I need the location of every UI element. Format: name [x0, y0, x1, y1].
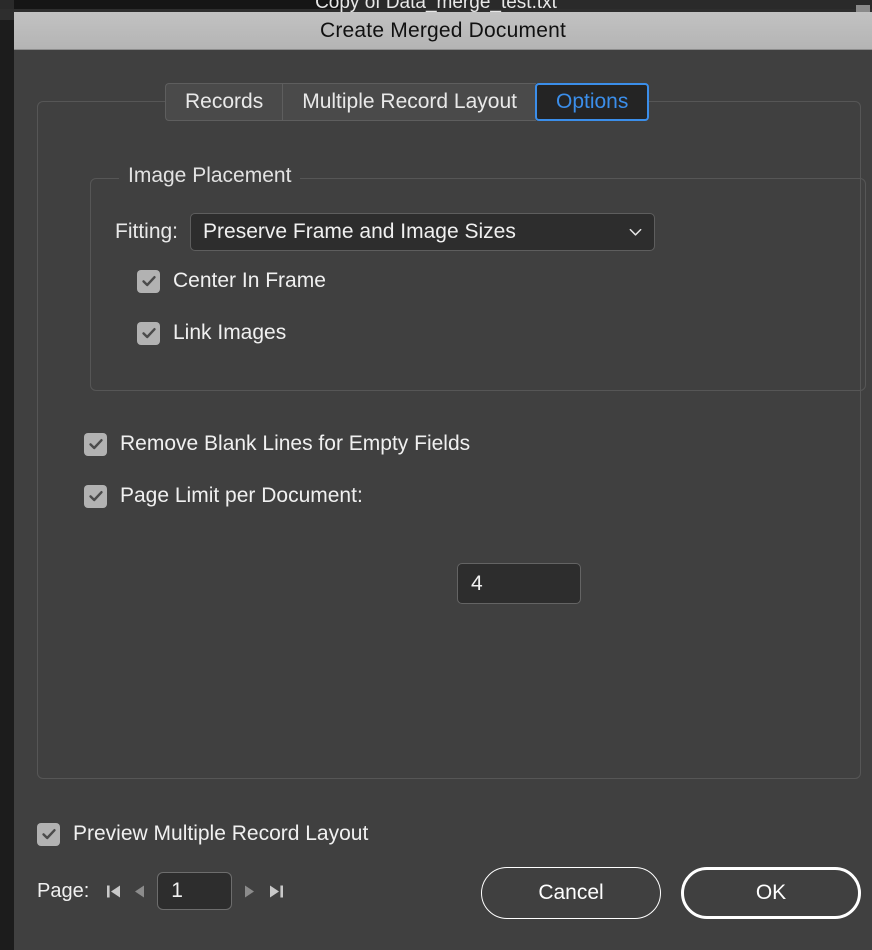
- dialog-action-buttons: Cancel OK: [481, 867, 861, 919]
- dialog-title: Create Merged Document: [319, 18, 566, 42]
- page-navigation: Page: 1: [37, 872, 288, 910]
- checkmark-icon: [141, 328, 156, 339]
- preview-multiple-record-layout-label: Preview Multiple Record Layout: [73, 822, 369, 845]
- remove-blank-lines-row[interactable]: Remove Blank Lines for Empty Fields: [84, 432, 470, 456]
- dialog-titlebar: Create Merged Document: [14, 12, 872, 50]
- previous-page-icon[interactable]: [127, 876, 153, 906]
- preview-multiple-record-layout-row[interactable]: Preview Multiple Record Layout: [37, 822, 368, 846]
- checkbox-remove-blank-lines[interactable]: [84, 432, 107, 456]
- fitting-select-value: Preserve Frame and Image Sizes: [203, 220, 516, 243]
- page-number-value: 1: [171, 879, 183, 902]
- ok-button[interactable]: OK: [681, 867, 861, 919]
- link-images-checkbox-row[interactable]: Link Images: [137, 321, 286, 345]
- link-images-label: Link Images: [173, 321, 287, 344]
- checkbox-link-images[interactable]: [137, 321, 160, 345]
- tab-bar: Records Multiple Record Layout Options: [165, 83, 650, 121]
- first-page-icon[interactable]: [101, 876, 127, 906]
- checkbox-page-limit[interactable]: [84, 484, 107, 508]
- tab-multiple-record-layout[interactable]: Multiple Record Layout: [282, 83, 536, 121]
- create-merged-document-dialog: Create Merged Document Records Multiple …: [14, 12, 872, 950]
- image-placement-group: Image Placement Fitting: Preserve Frame …: [90, 164, 866, 391]
- image-placement-legend: Image Placement: [119, 164, 301, 188]
- page-limit-value: 4: [471, 571, 483, 595]
- checkbox-center-in-frame[interactable]: [137, 269, 160, 293]
- fitting-select[interactable]: Preserve Frame and Image Sizes: [190, 213, 656, 251]
- checkbox-preview-multiple-record-layout[interactable]: [37, 822, 60, 846]
- checkmark-icon: [88, 491, 103, 502]
- tab-records[interactable]: Records: [165, 83, 283, 121]
- options-panel: Image Placement Fitting: Preserve Frame …: [37, 101, 866, 779]
- fitting-row: Fitting: Preserve Frame and Image Sizes: [115, 213, 656, 251]
- next-page-icon[interactable]: [236, 876, 262, 906]
- remove-blank-lines-label: Remove Blank Lines for Empty Fields: [120, 432, 471, 455]
- checkmark-icon: [88, 439, 103, 450]
- page-number-input[interactable]: 1: [157, 872, 233, 910]
- page-limit-input[interactable]: 4: [457, 563, 581, 604]
- center-in-frame-label: Center In Frame: [173, 269, 326, 292]
- page-limit-row[interactable]: Page Limit per Document:: [84, 484, 363, 508]
- checkmark-icon: [41, 829, 56, 840]
- last-page-icon[interactable]: [262, 876, 288, 906]
- page-limit-label: Page Limit per Document:: [120, 484, 363, 507]
- chevron-down-icon: [629, 228, 642, 236]
- checkmark-icon: [141, 276, 156, 287]
- fitting-label: Fitting:: [115, 220, 179, 243]
- page-nav-label: Page:: [37, 879, 90, 902]
- tab-options[interactable]: Options: [534, 83, 650, 121]
- cancel-button[interactable]: Cancel: [481, 867, 661, 919]
- center-in-frame-checkbox-row[interactable]: Center In Frame: [137, 269, 326, 293]
